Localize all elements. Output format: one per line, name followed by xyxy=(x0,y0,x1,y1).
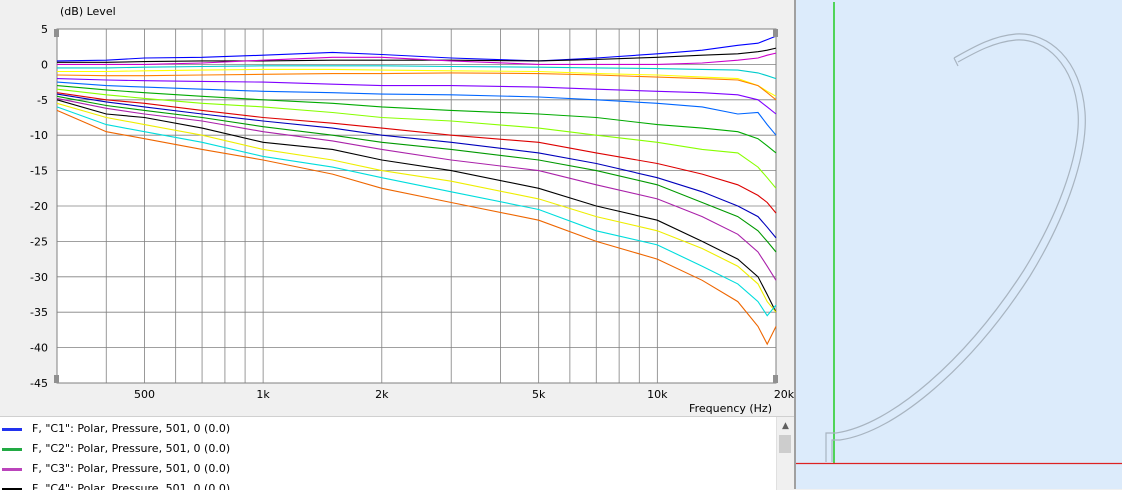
y-tick-label: -15 xyxy=(30,165,48,178)
legend-label: F, "C1": Polar, Pressure, 501, 0 (0.0) xyxy=(32,422,231,435)
y-tick-label: 0 xyxy=(41,58,48,71)
legend-swatch xyxy=(2,448,22,451)
range-handle xyxy=(773,29,778,37)
x-tick-label: 5k xyxy=(532,388,546,401)
range-handle xyxy=(773,375,778,383)
y-tick-label: -45 xyxy=(30,377,48,390)
x-tick-label: 500 xyxy=(134,388,155,401)
range-handle xyxy=(54,375,59,383)
legend-item[interactable]: F, "C4": Polar, Pressure, 501, 0 (0.0) xyxy=(0,479,770,490)
legend-item[interactable]: F, "C3": Polar, Pressure, 501, 0 (0.0) xyxy=(0,459,770,479)
y-tick-label: -10 xyxy=(30,129,48,142)
legend-item[interactable]: F, "C2": Polar, Pressure, 501, 0 (0.0) xyxy=(0,439,770,459)
x-tick-label: 1k xyxy=(256,388,270,401)
y-tick-label: -20 xyxy=(30,200,48,213)
y-tick-label: -25 xyxy=(30,235,48,248)
frequency-response-chart: 5 0 -5 -10 -15 -20 -25 -30 -35 -40 -45 500 1k 2k 5k 10k… xyxy=(0,0,794,416)
scroll-up-icon[interactable]: ▲ xyxy=(777,419,794,433)
range-handle xyxy=(54,29,59,37)
chart-svg: 5 0 -5 -10 -15 -20 -25 -30 -35 -40 -45 500 1k 2k 5k 10k… xyxy=(30,5,794,415)
legend-label: F, "C2": Polar, Pressure, 501, 0 (0.0) xyxy=(32,442,231,455)
y-tick-label: -40 xyxy=(30,342,48,355)
legend-swatch xyxy=(2,468,22,471)
scroll-thumb[interactable] xyxy=(779,435,791,453)
x-tick-label: 2k xyxy=(375,388,389,401)
y-tick-label: 5 xyxy=(41,23,48,36)
geometry-svg xyxy=(796,2,1122,465)
horn-profile-outer xyxy=(825,39,1079,462)
y-tick-label: -35 xyxy=(30,306,48,319)
legend-scrollbar[interactable]: ▲ xyxy=(776,417,794,490)
legend-label: F, "C4": Polar, Pressure, 501, 0 (0.0) xyxy=(32,482,231,490)
legend-label: F, "C3": Polar, Pressure, 501, 0 (0.0) xyxy=(32,462,231,475)
geometry-view[interactable] xyxy=(796,0,1122,489)
y-tick-label: -5 xyxy=(37,94,48,107)
x-tick-label: 10k xyxy=(647,388,668,401)
legend-list: F, "C1": Polar, Pressure, 501, 0 (0.0) F,… xyxy=(0,416,794,490)
horn-profile-inner xyxy=(831,33,1086,462)
x-tick-label: 20k xyxy=(774,388,794,401)
legend-item[interactable]: F, "C1": Polar, Pressure, 501, 0 (0.0) xyxy=(0,419,770,439)
y-axis-title: (dB) Level xyxy=(60,5,116,18)
x-axis-title: Frequency (Hz) xyxy=(689,402,772,415)
horn-mouth-edge xyxy=(953,57,959,67)
legend-swatch xyxy=(2,428,22,431)
y-tick-label: -30 xyxy=(30,271,48,284)
